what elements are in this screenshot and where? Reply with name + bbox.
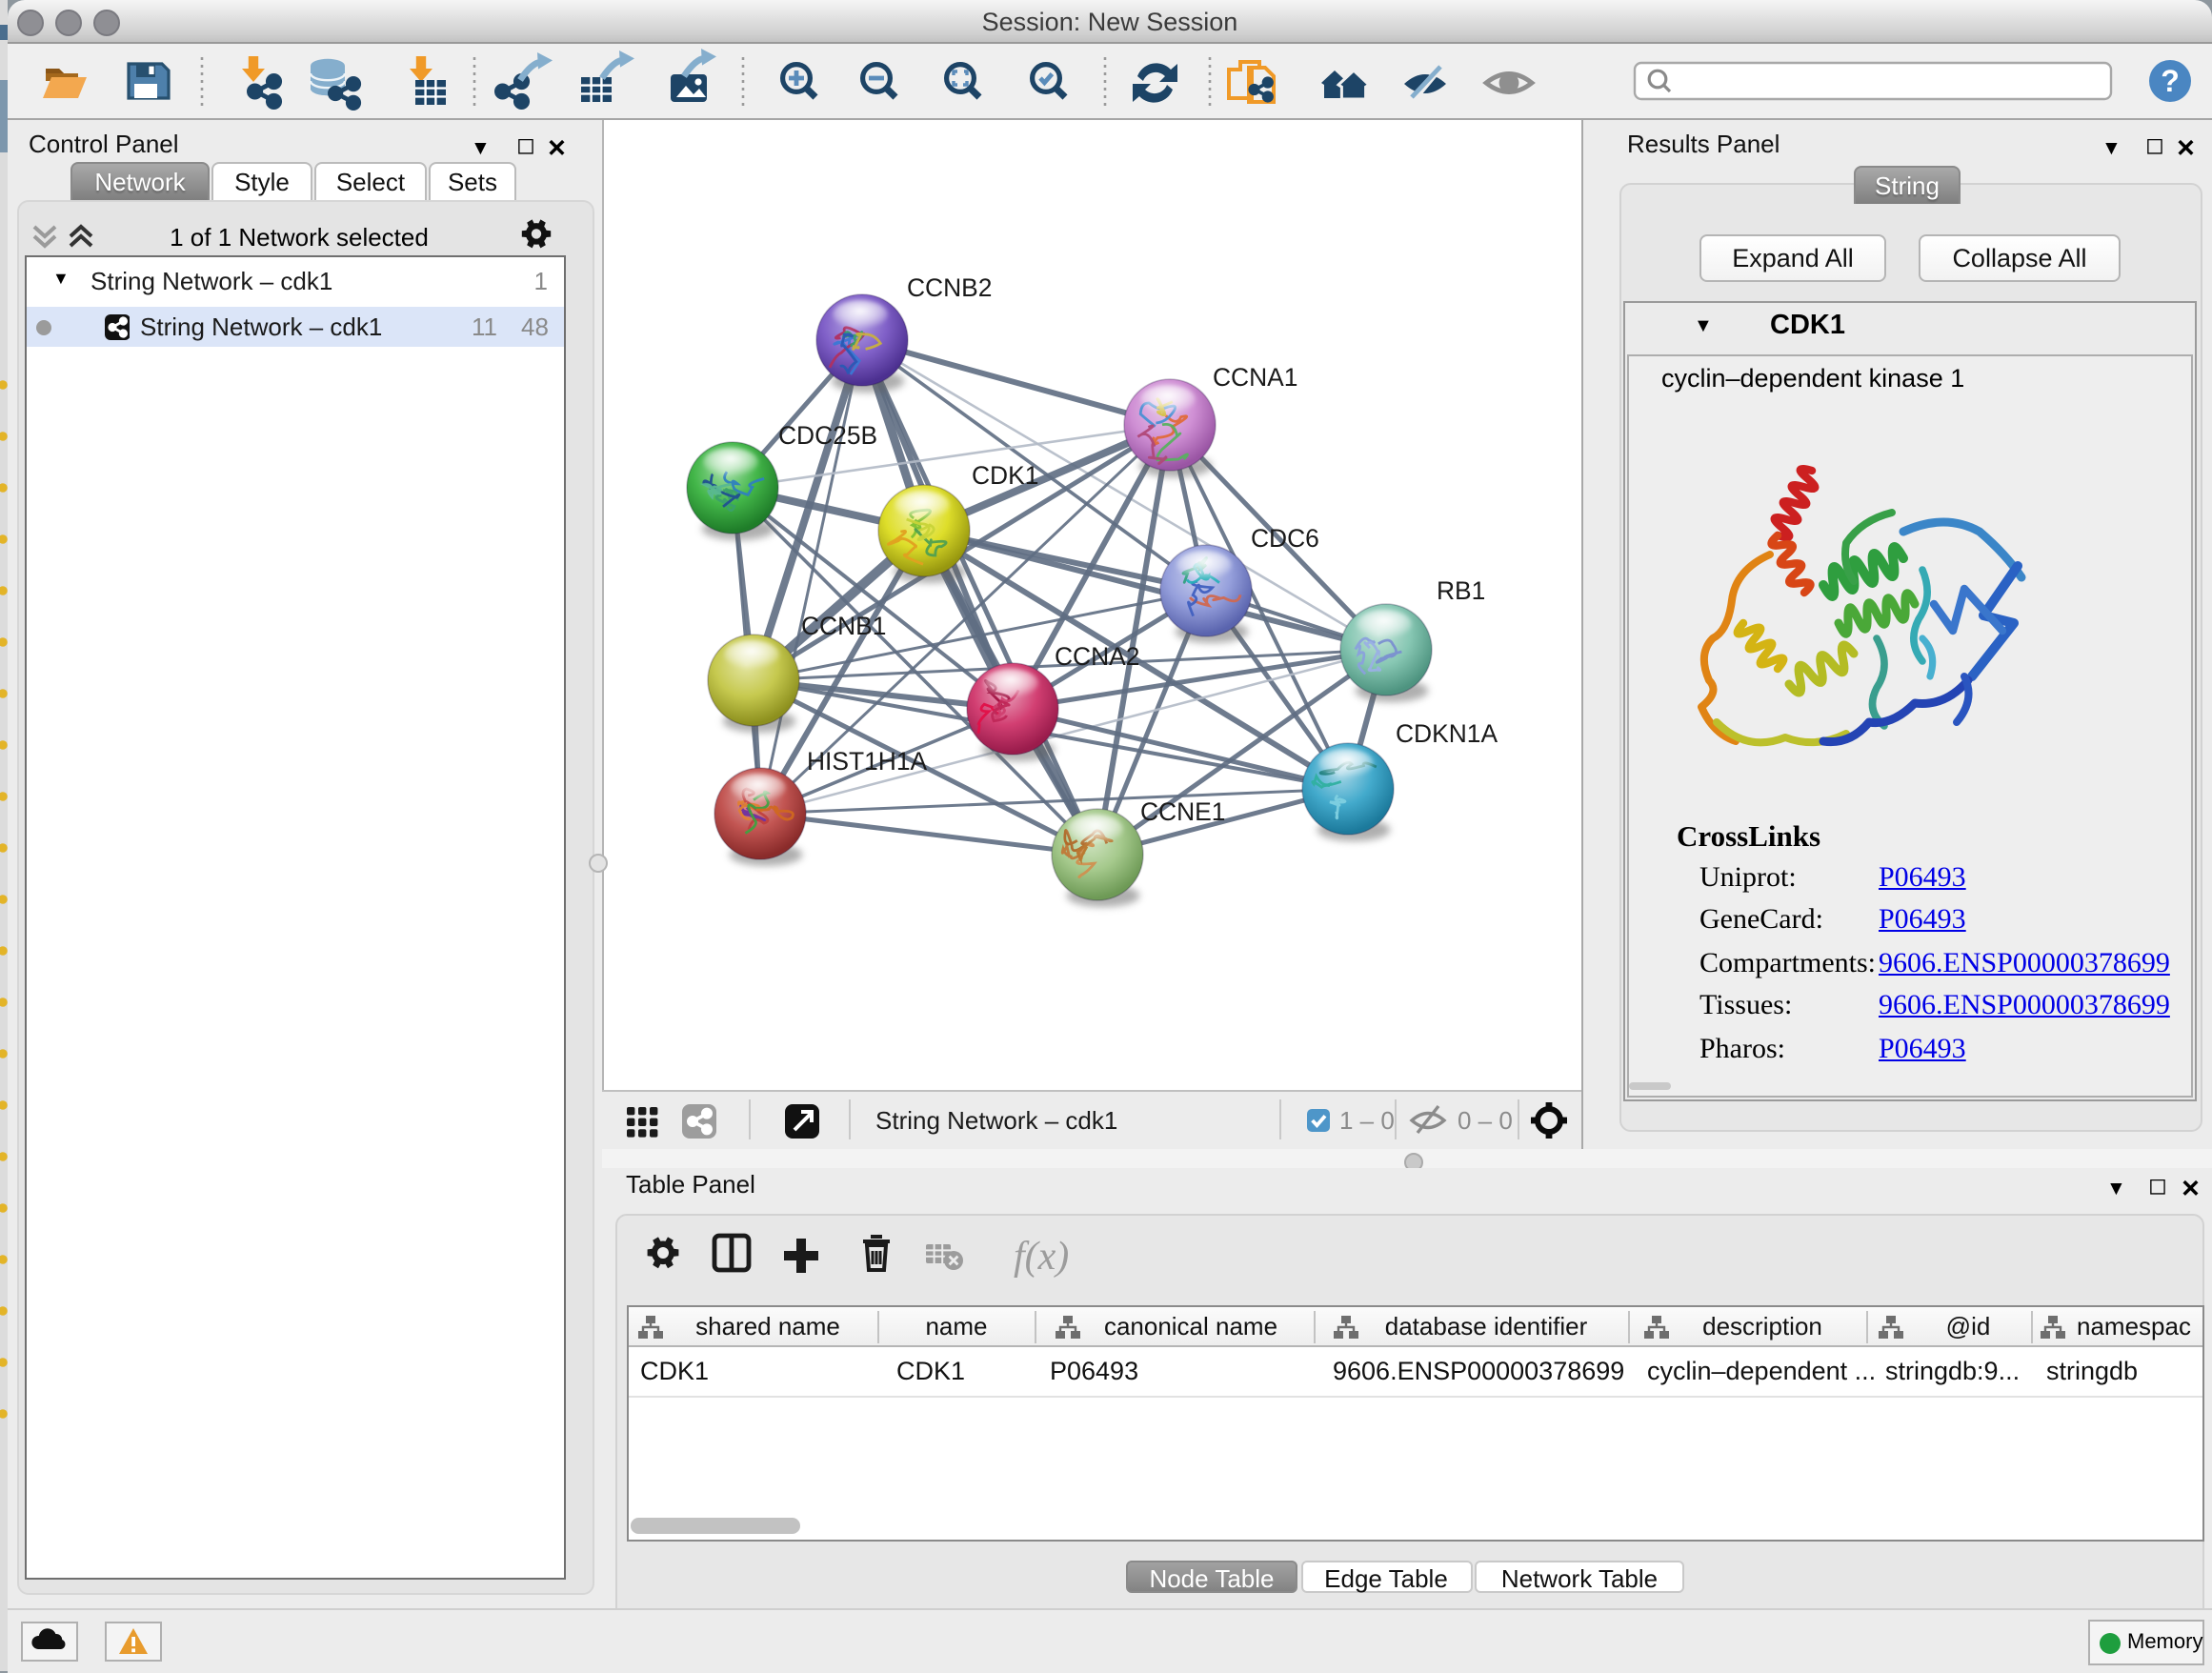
svg-text:cyclin–dependent ...: cyclin–dependent ... [1647, 1356, 1876, 1384]
svg-text:String Network – cdk1: String Network – cdk1 [875, 1106, 1116, 1135]
svg-text:stringdb:9...: stringdb:9... [1885, 1356, 2020, 1384]
svg-text:CDK1: CDK1 [640, 1356, 709, 1384]
svg-text:CCNA1: CCNA1 [1212, 363, 1297, 392]
svg-text:P06493: P06493 [1050, 1356, 1138, 1384]
svg-text:stringdb: stringdb [2046, 1356, 2138, 1384]
svg-text:1 – 0: 1 – 0 [1338, 1106, 1394, 1135]
svg-text:?: ? [2161, 64, 2180, 98]
svg-text:CCNE1: CCNE1 [1139, 797, 1224, 826]
svg-text:9606.ENSP00000378699: 9606.ENSP00000378699 [1333, 1356, 1624, 1384]
svg-text:CDKN1A: CDKN1A [1395, 719, 1497, 748]
svg-text:database identifier: database identifier [1385, 1311, 1588, 1340]
svg-text:shared name: shared name [695, 1311, 840, 1340]
svg-text:description: description [1702, 1311, 1822, 1340]
svg-text:RB1: RB1 [1436, 576, 1484, 605]
svg-text:0 – 0: 0 – 0 [1457, 1106, 1512, 1135]
svg-text:CCNB2: CCNB2 [906, 273, 991, 302]
svg-text:f(x): f(x) [1013, 1235, 1068, 1279]
svg-text:canonical name: canonical name [1104, 1311, 1277, 1340]
svg-text:CCNA2: CCNA2 [1054, 642, 1138, 671]
svg-text:CDC25B: CDC25B [777, 421, 876, 450]
svg-text:name: name [925, 1311, 987, 1340]
svg-text:CDK1: CDK1 [896, 1356, 965, 1384]
svg-text:CDK1: CDK1 [971, 461, 1037, 490]
svg-text:namespac: namespac [2077, 1311, 2191, 1340]
svg-text:CDC6: CDC6 [1250, 524, 1318, 553]
svg-text:HIST1H1A: HIST1H1A [806, 747, 927, 776]
svg-text:CCNB1: CCNB1 [800, 612, 885, 640]
svg-text:@id: @id [1946, 1311, 1991, 1340]
